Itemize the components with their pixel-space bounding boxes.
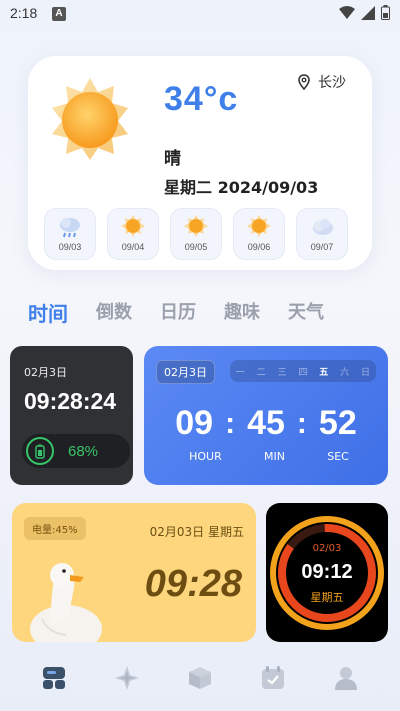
widget-time: 09:12 [301, 561, 353, 583]
wifi-icon [339, 5, 355, 19]
forecast-day[interactable]: 09/05 [170, 208, 222, 260]
battery-percent: 68% [68, 442, 99, 460]
battery-indicator: 68% [22, 434, 130, 468]
nav-box[interactable] [185, 663, 215, 693]
cube-icon [188, 667, 211, 689]
temperature: 34°c [164, 80, 239, 118]
tab-weather[interactable]: 天气 [288, 298, 324, 327]
second-label: SEC [327, 450, 349, 463]
weather-card[interactable]: 34°c 长沙 晴 星期二 2024/09/03 09/03 09/04 09/… [28, 56, 372, 270]
forecast-list: 09/03 09/04 09/05 09/06 09/07 [44, 208, 348, 260]
clock-separator: : [225, 406, 236, 440]
sun-icon [121, 215, 145, 237]
weekday: 二 [256, 367, 266, 378]
weekday: 日 [360, 367, 370, 378]
forecast-date: 09/07 [310, 242, 334, 252]
hour-label: HOUR [189, 450, 222, 463]
forecast-date: 09/05 [184, 242, 208, 252]
tab-calendar[interactable]: 日历 [160, 298, 196, 327]
sun-icon [247, 215, 271, 237]
battery-icon [381, 5, 390, 20]
duck-clock-widget[interactable]: 电量:45% 02月03日 星期五 09:28 [12, 503, 256, 642]
tab-time[interactable]: 时间 [28, 298, 68, 327]
widget-date: 02月03日 星期五 [149, 525, 244, 539]
cloud-icon [313, 219, 333, 235]
widget-date: 02月3日 [24, 366, 67, 379]
tab-countdown[interactable]: 倒数 [96, 298, 132, 327]
widgets-icon [43, 667, 66, 689]
status-time: 2:18 [10, 5, 38, 21]
dark-clock-widget[interactable]: 02月3日 09:28:24 68% [10, 346, 133, 485]
clock-separator: : [296, 406, 307, 440]
widget-time: 09:28 [144, 563, 242, 605]
nav-discover[interactable] [112, 663, 142, 693]
location-pin-icon [298, 74, 310, 90]
weekday-strip: 一 二 三 四 五 六 日 [230, 360, 376, 382]
clock-minute: 45 [247, 404, 285, 442]
duck-illustration-icon [30, 563, 102, 642]
sun-icon [52, 78, 128, 160]
blue-clock-widget[interactable]: 02月3日 一 二 三 四 五 六 日 09 : 45 : 52 HOUR MI… [144, 346, 388, 485]
weekday: 六 [340, 367, 350, 378]
location[interactable]: 长沙 [298, 72, 346, 92]
status-bar: 2:18 A [0, 0, 400, 28]
compass-star-icon [115, 666, 140, 690]
battery-icon [35, 444, 45, 459]
weekday: 四 [298, 367, 308, 378]
battery-ring [26, 437, 54, 465]
profile-icon [334, 667, 357, 690]
forecast-day[interactable]: 09/06 [233, 208, 285, 260]
nav-widgets[interactable] [39, 663, 69, 693]
weather-condition: 晴 [164, 149, 181, 169]
calendar-check-icon [261, 666, 284, 689]
rain-cloud-icon [60, 218, 80, 238]
location-name: 长沙 [318, 75, 346, 91]
bottom-navigation [0, 656, 400, 700]
weekday-active: 五 [319, 367, 329, 378]
tab-fun[interactable]: 趣味 [224, 298, 260, 327]
forecast-day[interactable]: 09/04 [107, 208, 159, 260]
minute-label: MIN [264, 450, 285, 463]
forecast-date: 09/06 [247, 242, 271, 252]
widget-weekday: 星期五 [310, 591, 344, 604]
clock-unit-labels: HOUR MIN SEC [144, 450, 388, 463]
nav-calendar[interactable] [258, 663, 288, 693]
forecast-day[interactable]: 09/07 [296, 208, 348, 260]
weekday: 一 [235, 367, 245, 378]
clock-second: 52 [318, 404, 357, 442]
status-icons [339, 5, 390, 20]
widget-time: 09:28:24 [24, 388, 117, 414]
forecast-date: 09/04 [121, 242, 145, 252]
widget-date: 02/03 [312, 543, 342, 554]
clock-digits: 09 : 45 : 52 [144, 404, 388, 443]
clock-hour: 09 [175, 404, 214, 442]
forecast-date: 09/03 [58, 242, 82, 252]
ring-clock-widget[interactable]: 02/03 09:12 星期五 [266, 503, 388, 642]
sun-icon [184, 215, 208, 237]
widget-date: 02月3日 [156, 360, 215, 384]
category-tabs: 时间 倒数 日历 趣味 天气 [28, 298, 324, 327]
nav-profile[interactable] [331, 663, 361, 693]
weather-date: 星期二 2024/09/03 [164, 178, 319, 197]
signal-icon [361, 5, 375, 20]
status-notification-icon: A [52, 7, 66, 21]
forecast-day[interactable]: 09/03 [44, 208, 96, 260]
power-badge: 电量:45% [24, 517, 86, 540]
weekday: 三 [277, 367, 287, 378]
